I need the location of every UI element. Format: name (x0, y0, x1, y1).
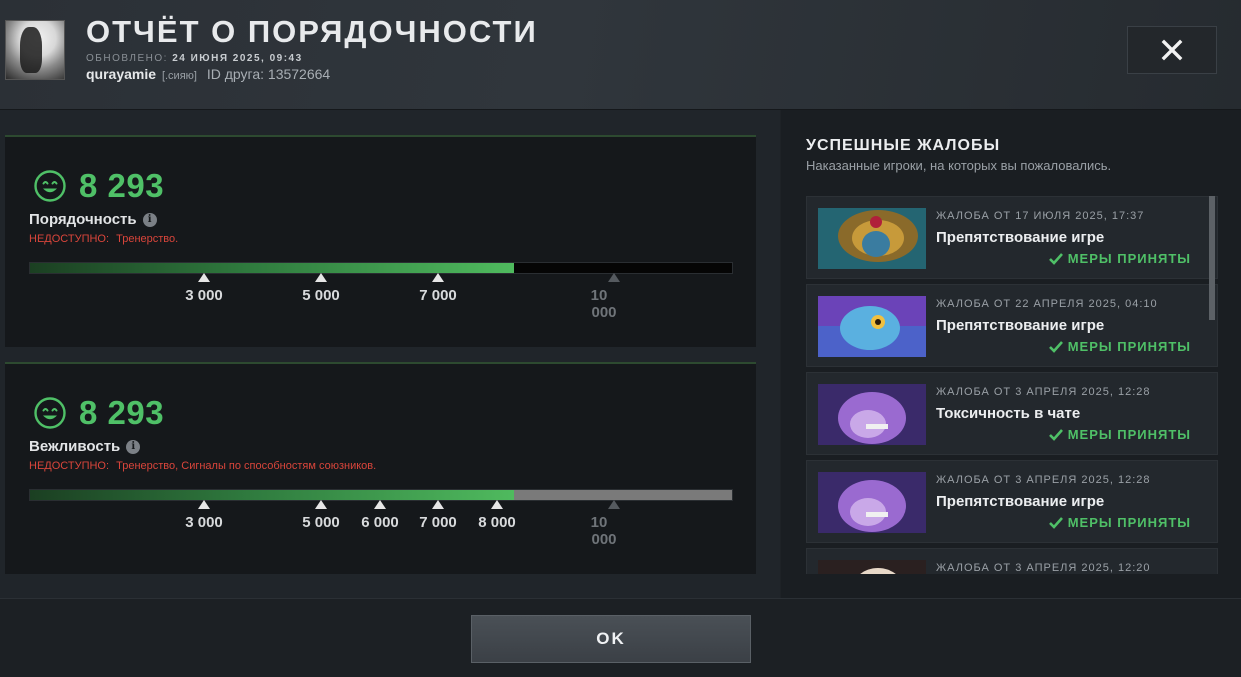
report-item[interactable]: ЖАЛОБА ОТ 17 ИЮЛЯ 2025, 17:37 Препятство… (806, 196, 1218, 279)
behavior-progress-bar (29, 262, 733, 274)
report-date: ЖАЛОБА ОТ 3 АПРЕЛЯ 2025, 12:28 (936, 386, 1151, 398)
report-date: ЖАЛОБА ОТ 22 АПРЕЛЯ 2025, 04:10 (936, 298, 1158, 310)
tick-label: 7 000 (419, 287, 457, 304)
close-icon (1161, 39, 1183, 61)
tick-marker (315, 500, 327, 509)
tick-label-max: 10 000 (584, 287, 624, 321)
ok-button[interactable]: OK (471, 615, 751, 663)
checkmark-icon (1048, 516, 1063, 529)
communication-label: Вежливость (29, 438, 121, 455)
report-reason: Препятствование игре (936, 229, 1105, 246)
tick-marker (432, 500, 444, 509)
behavior-score: 8 293 (79, 167, 165, 204)
tick-marker (374, 500, 386, 509)
communication-progress-fill (30, 490, 515, 500)
behavior-unavailable: НЕДОСТУПНО: Тренерство. (29, 233, 178, 245)
behavior-label-row: Порядочность i (29, 211, 157, 228)
info-icon[interactable]: i (126, 439, 141, 454)
page-title: ОТЧЁТ О ПОРЯДОЧНОСТИ (86, 14, 538, 49)
checkmark-icon (1048, 428, 1063, 441)
tick-label: 8 000 (478, 514, 516, 531)
behavior-progress-fill (30, 263, 515, 273)
tick-marker (315, 273, 327, 282)
tick-marker-max (608, 500, 620, 509)
reports-list[interactable]: ЖАЛОБА ОТ 17 ИЮЛЯ 2025, 17:37 Препятство… (806, 196, 1218, 574)
friend-id: ID друга: 13572664 (206, 66, 331, 82)
smile-icon (34, 170, 66, 202)
tick-label-max-line1: 10 (590, 514, 608, 531)
report-item[interactable]: ЖАЛОБА ОТ 22 АПРЕЛЯ 2025, 04:10 Препятст… (806, 284, 1218, 367)
checkmark-icon (1048, 252, 1063, 265)
updated-value: 24 ИЮНЯ 2025, 09:43 (172, 53, 303, 64)
communication-label-row: Вежливость i (29, 438, 141, 455)
report-status-label: МЕРЫ ПРИНЯТЫ (1067, 251, 1191, 266)
report-status: МЕРЫ ПРИНЯТЫ (1048, 339, 1191, 354)
reports-title: УСПЕШНЫЕ ЖАЛОБЫ (806, 137, 1001, 154)
tick-marker (432, 273, 444, 282)
tick-label: 6 000 (361, 514, 399, 531)
tick-label: 5 000 (302, 287, 340, 304)
report-item[interactable]: ЖАЛОБА ОТ 3 АПРЕЛЯ 2025, 12:28 Препятств… (806, 460, 1218, 543)
communication-score-row: 8 293 (33, 394, 164, 432)
tick-label-max-line1: 10 (590, 287, 608, 304)
hero-portrait (818, 384, 926, 445)
unavailable-reason: Тренерство, Сигналы по способностям союз… (116, 460, 377, 472)
updated-label: ОБНОВЛЕНО: (86, 53, 168, 64)
tick-label: 7 000 (419, 514, 457, 531)
reports-scrollbar[interactable] (1209, 196, 1215, 320)
close-button[interactable] (1127, 26, 1217, 74)
updated-line: ОБНОВЛЕНО: 24 ИЮНЯ 2025, 09:43 (86, 53, 303, 64)
report-reason: Препятствование игре (936, 317, 1105, 334)
tick-label: 3 000 (185, 287, 223, 304)
report-reason: Препятствование игре (936, 493, 1105, 510)
behavior-score-card: 8 293 Порядочность i НЕДОСТУПНО: Тренерс… (5, 135, 756, 347)
unavailable-label: НЕДОСТУПНО: (29, 460, 110, 472)
username: qurayamie (86, 66, 157, 82)
hero-portrait (818, 472, 926, 533)
user-tag: [.сияю] (161, 70, 197, 82)
behavior-label: Порядочность (29, 211, 137, 228)
report-date: ЖАЛОБА ОТ 3 АПРЕЛЯ 2025, 12:20 (936, 562, 1151, 574)
tick-marker (491, 500, 503, 509)
user-line: qurayamie [.сияю] ID друга: 13572664 (86, 66, 330, 82)
checkmark-icon (1048, 340, 1063, 353)
smile-icon (34, 397, 66, 429)
report-status: МЕРЫ ПРИНЯТЫ (1048, 251, 1191, 266)
report-status: МЕРЫ ПРИНЯТЫ (1048, 427, 1191, 442)
behavior-score-row: 8 293 (33, 167, 164, 205)
communication-unavailable: НЕДОСТУПНО: Тренерство, Сигналы по спосо… (29, 460, 376, 472)
report-reason: Токсичность в чате (936, 405, 1081, 422)
tick-label: 5 000 (302, 514, 340, 531)
reports-subtitle: Наказанные игроки, на которых вы пожалов… (806, 158, 1112, 173)
tick-label-max-line2: 000 (591, 304, 617, 321)
info-icon[interactable]: i (142, 212, 157, 227)
hero-portrait (818, 208, 926, 269)
report-status: МЕРЫ ПРИНЯТЫ (1048, 515, 1191, 530)
unavailable-label: НЕДОСТУПНО: (29, 233, 110, 245)
hero-portrait (818, 560, 926, 574)
unavailable-reason: Тренерство. (116, 233, 179, 245)
hero-portrait (818, 296, 926, 357)
report-date: ЖАЛОБА ОТ 17 ИЮЛЯ 2025, 17:37 (936, 210, 1145, 222)
report-status-label: МЕРЫ ПРИНЯТЫ (1067, 515, 1191, 530)
tick-marker-max (608, 273, 620, 282)
tick-label-max: 10 000 (584, 514, 624, 548)
tick-label-max-line2: 000 (591, 531, 617, 548)
report-status-label: МЕРЫ ПРИНЯТЫ (1067, 427, 1191, 442)
tick-label: 3 000 (185, 514, 223, 531)
avatar (5, 20, 65, 80)
report-status-label: МЕРЫ ПРИНЯТЫ (1067, 339, 1191, 354)
report-item[interactable]: ЖАЛОБА ОТ 3 АПРЕЛЯ 2025, 12:20 (806, 548, 1218, 574)
report-item[interactable]: ЖАЛОБА ОТ 3 АПРЕЛЯ 2025, 12:28 Токсичнос… (806, 372, 1218, 455)
tick-marker (198, 500, 210, 509)
report-date: ЖАЛОБА ОТ 3 АПРЕЛЯ 2025, 12:28 (936, 474, 1151, 486)
communication-score: 8 293 (79, 394, 165, 431)
tick-marker (198, 273, 210, 282)
communication-score-card: 8 293 Вежливость i НЕДОСТУПНО: Тренерств… (5, 362, 756, 574)
